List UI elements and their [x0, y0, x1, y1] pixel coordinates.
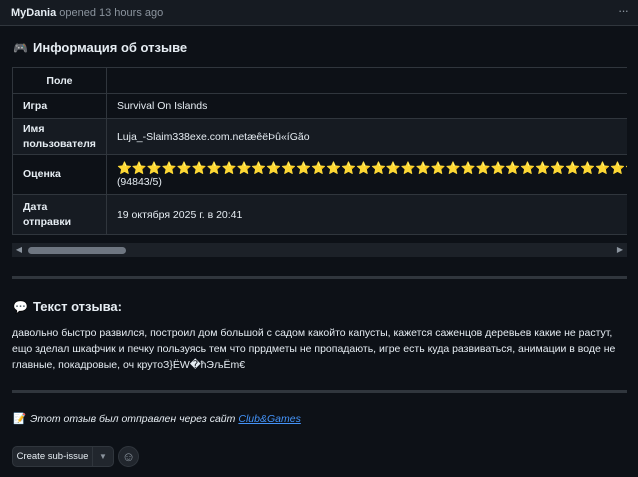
- create-sub-issue-button[interactable]: Create sub-issue: [13, 447, 93, 466]
- kebab-horizontal-icon[interactable]: ···: [614, 4, 632, 20]
- row-value: 19 октября 2025 г. в 20:41: [105, 194, 627, 235]
- row-label: Дата отправки: [12, 194, 107, 235]
- review-text: давольно быстро развился, построил дом б…: [12, 327, 616, 371]
- row-value: Survival On Islands: [105, 93, 627, 119]
- table-row: Имя пользователя Luja_-Slaim338exe.com.n…: [12, 118, 627, 155]
- row-value: Luja_-Slaim338exe.com.netæêëÞû«íGão: [105, 118, 627, 155]
- gamepad-icon: 🎮: [13, 40, 28, 55]
- rating-value: (94843/5): [116, 175, 162, 188]
- rating-cell: ⭐⭐⭐⭐⭐⭐⭐⭐⭐⭐⭐⭐⭐⭐⭐⭐⭐⭐⭐⭐⭐⭐⭐⭐⭐⭐⭐⭐⭐⭐⭐⭐⭐⭐⭐⭐⭐⭐⭐⭐…: [105, 154, 627, 195]
- smiley-icon[interactable]: ☺: [118, 446, 139, 467]
- table-row: Игра Survival On Islands: [12, 93, 627, 119]
- column-header-field: Поле: [12, 67, 107, 94]
- row-label: Имя пользователя: [12, 118, 107, 155]
- club-games-link[interactable]: Club&Games: [238, 413, 300, 425]
- scrollbar-thumb[interactable]: [28, 247, 126, 254]
- memo-icon: 📝: [13, 413, 27, 425]
- table-row: Дата отправки 19 октября 2025 г. в 20:41: [12, 194, 627, 235]
- opened-time: opened 13 hours ago: [59, 6, 164, 19]
- table-header-row: Поле: [12, 67, 627, 94]
- author-name[interactable]: MyDania: [11, 7, 56, 19]
- triangle-down-icon[interactable]: ▼: [93, 452, 113, 461]
- comment-header: MyDania opened 13 hours ago ···: [0, 0, 638, 26]
- review-heading: 💬 Текст отзыва:: [13, 299, 122, 314]
- create-sub-issue-group: Create sub-issue ▼: [12, 446, 114, 467]
- info-title: Информация об отзыве: [33, 40, 188, 55]
- footer-note-text: Этот отзыв был отправлен через сайт: [30, 412, 236, 425]
- divider: [12, 390, 627, 393]
- scroll-left-icon[interactable]: ◀: [14, 245, 24, 255]
- column-header-value: [105, 67, 627, 94]
- row-label: Оценка: [12, 154, 107, 195]
- info-table-container: Поле Игра Survival On Islands Имя пользо…: [12, 67, 627, 243]
- row-label: Игра: [12, 93, 107, 119]
- info-heading: 🎮 Информация об отзыве: [13, 40, 187, 55]
- star-icons: ⭐⭐⭐⭐⭐⭐⭐⭐⭐⭐⭐⭐⭐⭐⭐⭐⭐⭐⭐⭐⭐⭐⭐⭐⭐⭐⭐⭐⭐⭐⭐⭐⭐⭐⭐⭐⭐⭐⭐⭐…: [116, 160, 627, 175]
- info-table: Поле Игра Survival On Islands Имя пользо…: [12, 67, 627, 235]
- table-row: Оценка ⭐⭐⭐⭐⭐⭐⭐⭐⭐⭐⭐⭐⭐⭐⭐⭐⭐⭐⭐⭐⭐⭐⭐⭐⭐⭐⭐⭐⭐⭐⭐⭐⭐…: [12, 154, 627, 195]
- footer-note: 📝 Этот отзыв был отправлен через сайт Cl…: [13, 412, 301, 426]
- horizontal-scrollbar[interactable]: ◀ ▶: [12, 243, 627, 257]
- review-title: Текст отзыва:: [33, 299, 122, 314]
- divider: [12, 276, 627, 279]
- scroll-right-icon[interactable]: ▶: [615, 245, 625, 255]
- speech-bubble-icon: 💬: [13, 299, 28, 314]
